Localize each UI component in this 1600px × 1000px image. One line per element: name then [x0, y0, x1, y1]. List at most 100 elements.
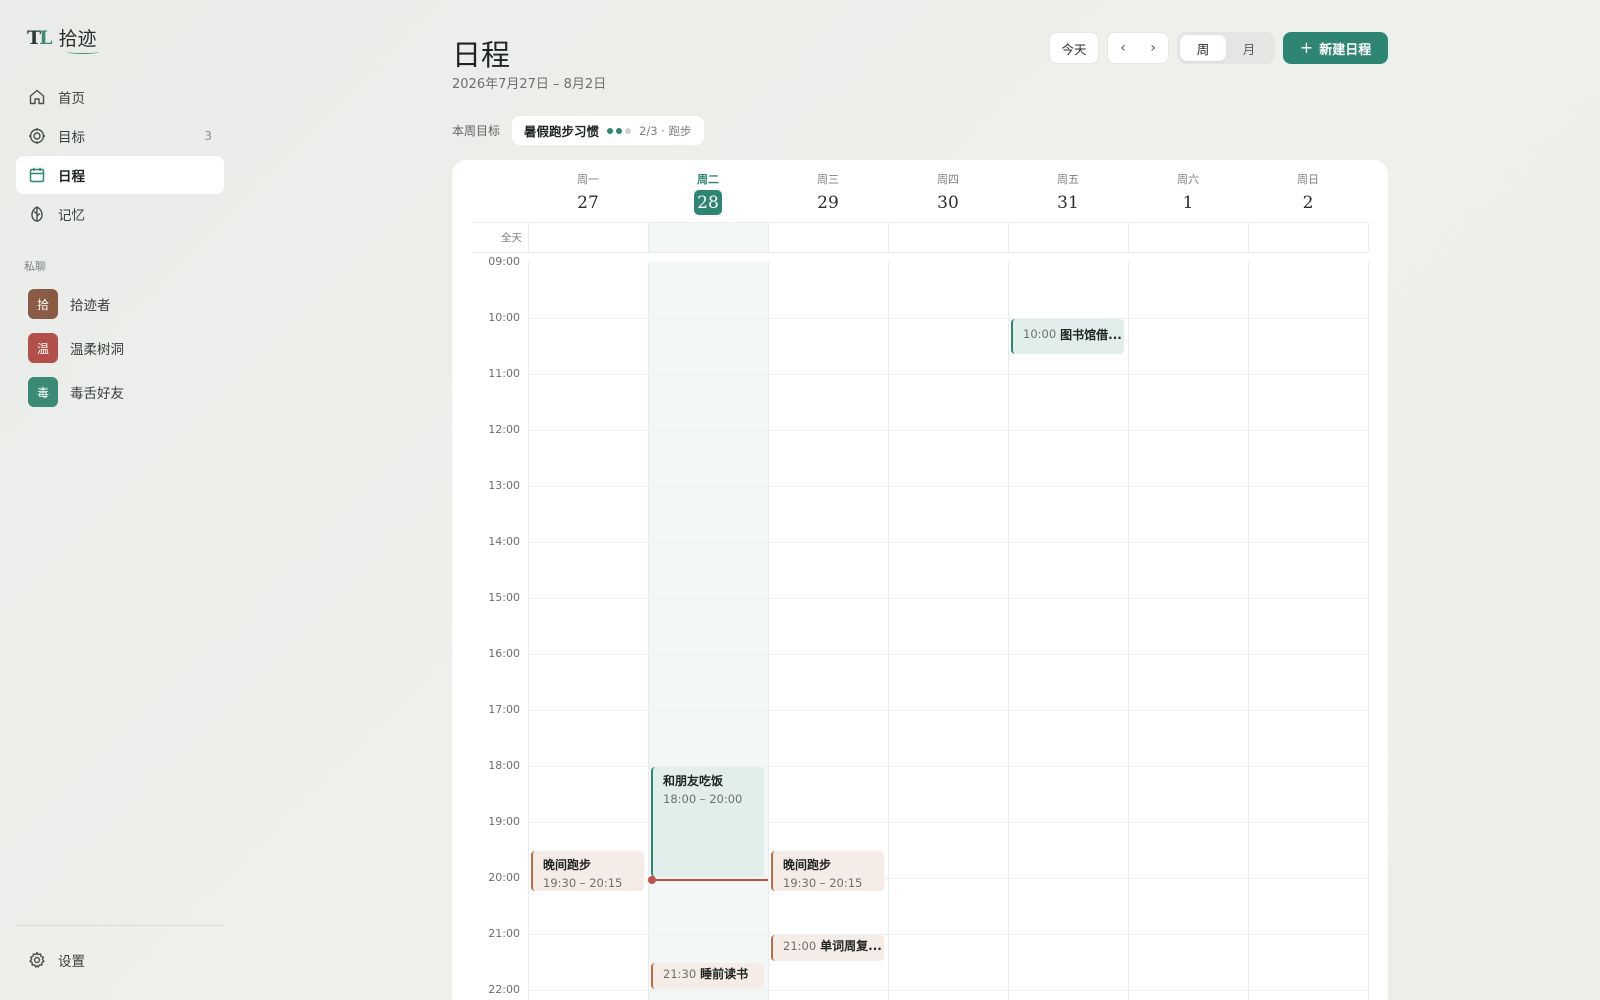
day-header[interactable]: 周五 31: [1008, 172, 1128, 216]
sidebar: TL 拾迹 首页 目标 3 日程 记忆 私聊 拾 拾迹者 温 温柔树洞 毒 毒舌…: [0, 0, 240, 1000]
sidebar-item-home[interactable]: 首页: [16, 78, 224, 116]
event-title: 单词周复...: [820, 939, 882, 953]
chat-item[interactable]: 拾 拾迹者: [28, 289, 124, 319]
hour-label: 19:00: [488, 815, 520, 828]
hour-label: 16:00: [488, 647, 520, 660]
avatar: 毒: [28, 377, 58, 407]
sidebar-item-schedule[interactable]: 日程: [16, 156, 224, 194]
today-button[interactable]: 今天: [1049, 32, 1099, 64]
gear-icon: [28, 951, 46, 969]
home-icon: [28, 88, 46, 106]
column-divider: [1008, 223, 1009, 252]
view-month-tab[interactable]: 月: [1226, 35, 1272, 61]
hour-label: 10:00: [488, 311, 520, 324]
page-title: 日程: [452, 38, 511, 72]
day-header[interactable]: 周日 2: [1248, 172, 1368, 216]
event-card[interactable]: 晚间跑步 19:30 – 20:15: [771, 851, 884, 891]
date-number: 28: [694, 190, 722, 215]
brand[interactable]: TL 拾迹: [27, 24, 99, 54]
event-card[interactable]: 21:00 单词周复...: [771, 935, 884, 961]
hour-line: [528, 430, 1368, 431]
chat-item[interactable]: 毒 毒舌好友: [28, 377, 124, 407]
hour-line: [528, 654, 1368, 655]
goal-meta: 2/3 · 跑步: [639, 123, 692, 138]
date-number: 29: [817, 192, 839, 213]
progress-dot: [607, 127, 614, 134]
date-number: 30: [937, 192, 959, 213]
hour-line: [528, 542, 1368, 543]
hour-line: [528, 318, 1368, 319]
day-header[interactable]: 周三 29: [768, 172, 888, 216]
today-column-highlight: [648, 262, 768, 1000]
next-week-button[interactable]: ›: [1138, 40, 1168, 56]
today-all-day-highlight: [648, 223, 768, 252]
view-week-tab[interactable]: 周: [1180, 35, 1226, 61]
chat-name: 拾迹者: [70, 298, 111, 314]
sidebar-item-label: 首页: [58, 91, 85, 107]
event-card[interactable]: 10:00 图书馆借...: [1011, 319, 1124, 355]
hour-line: [528, 934, 1368, 935]
logo-icon: TL: [27, 26, 53, 49]
settings-label: 设置: [58, 954, 85, 970]
new-event-button[interactable]: + 新建日程: [1283, 32, 1388, 64]
chat-item[interactable]: 温 温柔树洞: [28, 333, 124, 363]
column-divider: [888, 262, 889, 1000]
calendar-icon: [28, 166, 46, 184]
private-chat-heading: 私聊: [24, 260, 46, 273]
hour-line: [528, 374, 1368, 375]
event-time: 21:00: [783, 938, 817, 953]
event-card[interactable]: 21:30 睡前读书: [651, 963, 764, 989]
column-divider: [1128, 262, 1129, 1000]
sidebar-item-label: 记忆: [58, 208, 85, 224]
event-time: 18:00 – 20:00: [663, 792, 743, 806]
column-divider: [648, 223, 649, 252]
event-title: 晚间跑步: [783, 858, 832, 872]
column-divider: [1248, 223, 1249, 252]
time-grid[interactable]: 09:00 10:00 11:00 12:00 13:00 14:00 15:00 16:00…: [472, 255, 1369, 1000]
sidebar-item-memory[interactable]: 记忆: [16, 195, 224, 233]
column-divider: [768, 223, 769, 252]
avatar: 拾: [28, 289, 58, 319]
column-divider: [528, 262, 529, 1000]
weekday-label: 周三: [817, 173, 839, 186]
goal-chip[interactable]: 暑假跑步习惯 2/3 · 跑步: [512, 116, 704, 145]
weekday-label: 周一: [577, 173, 599, 186]
sidebar-item-label: 目标: [58, 130, 85, 146]
weekday-label: 周日: [1297, 173, 1319, 186]
plus-icon: +: [1299, 38, 1314, 57]
column-divider: [1368, 223, 1369, 252]
hour-label: 09:00: [488, 255, 520, 268]
day-header-today[interactable]: 周二 28: [648, 172, 768, 216]
event-title: 图书馆借...: [1060, 327, 1122, 342]
hour-line: [528, 710, 1368, 711]
column-divider: [1128, 223, 1129, 252]
settings-button[interactable]: 设置: [28, 950, 85, 970]
day-header[interactable]: 周一 27: [528, 172, 648, 216]
event-card[interactable]: 晚间跑步 19:30 – 20:15: [531, 851, 644, 891]
hour-label: 22:00: [488, 983, 520, 996]
event-time: 10:00: [1023, 327, 1057, 342]
all-day-row[interactable]: 全天: [472, 222, 1369, 253]
weekday-label: 周六: [1177, 173, 1199, 186]
week-nav: ‹ ›: [1107, 32, 1169, 64]
current-time-line: [652, 878, 768, 881]
column-divider: [648, 262, 649, 1000]
hour-label: 20:00: [488, 871, 520, 884]
prev-week-button[interactable]: ‹: [1108, 40, 1138, 56]
column-divider: [1368, 262, 1369, 1000]
hour-label: 11:00: [488, 367, 520, 380]
event-card[interactable]: 和朋友吃饭 18:00 – 20:00: [651, 767, 764, 877]
goal-name: 暑假跑步习惯: [524, 124, 600, 139]
date-number: 31: [1057, 192, 1079, 213]
date-number: 2: [1302, 192, 1314, 213]
week-calendar: 周一 27 周二 28 周三 29 周四 30 周五 31 周六 1 周日 2 全天 09:0…: [452, 160, 1388, 1000]
column-divider: [1008, 262, 1009, 1000]
goal-progress-dots: [607, 127, 632, 134]
sidebar-item-goals[interactable]: 目标 3: [16, 117, 224, 155]
date-range: 2026年7月27日 – 8月2日: [452, 77, 607, 92]
day-header[interactable]: 周六 1: [1128, 172, 1248, 216]
current-time-dot: [648, 875, 656, 884]
day-header[interactable]: 周四 30: [888, 172, 1008, 216]
sidebar-nav: 首页 目标 3 日程 记忆: [16, 78, 224, 234]
sidebar-divider: [16, 925, 224, 926]
